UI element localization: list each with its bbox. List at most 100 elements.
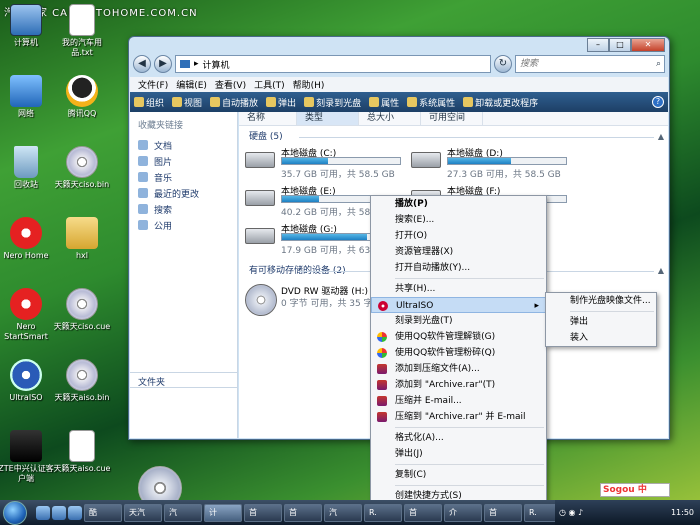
- quick-launch-icon[interactable]: [68, 505, 82, 520]
- context-menu-item[interactable]: 添加到 "Archive.rar"(T): [371, 377, 546, 393]
- toolbar-button[interactable]: 组织: [134, 96, 164, 109]
- sidebar-link-label: 音乐: [154, 173, 173, 184]
- desktop-icon[interactable]: ZTE中兴认证客户端: [0, 430, 56, 484]
- collapse-icon[interactable]: ▲: [657, 264, 664, 278]
- context-menu-item[interactable]: 使用QQ软件管理粉碎(Q): [371, 345, 546, 361]
- desktop-icon-image: [10, 217, 42, 249]
- menu-item[interactable]: 文件(F): [138, 78, 168, 91]
- desktop-icon[interactable]: 网络: [0, 75, 56, 119]
- quick-launch-icon[interactable]: [36, 505, 50, 520]
- context-menu-item[interactable]: 共享(H)...: [371, 281, 546, 297]
- taskbar-button[interactable]: 介: [444, 503, 482, 522]
- context-menu: 播放(P) 搜索(E)... 打开(O) 资源管理器(X) 打开自动播放(Y)... 共享…: [370, 195, 547, 525]
- desktop-icon[interactable]: 天籁天ciso.bin: [52, 146, 112, 190]
- submenu-item[interactable]: 装入: [546, 330, 656, 346]
- minimize-button[interactable]: –: [587, 38, 609, 52]
- desktop-icon[interactable]: 我的汽车用品.txt: [52, 4, 112, 58]
- dvd-icon: [245, 284, 277, 316]
- context-menu-item[interactable]: 资源管理器(X): [371, 244, 546, 260]
- taskbar-button[interactable]: 首: [284, 503, 322, 522]
- desktop-icon[interactable]: 计算机: [0, 4, 56, 48]
- submenu-arrow-icon: ▸: [534, 301, 539, 311]
- column-free-space[interactable]: 可用空间: [421, 112, 483, 125]
- context-menu-item[interactable]: 搜索(E)...: [371, 212, 546, 228]
- context-menu-item[interactable]: UltraISO ▸: [371, 297, 546, 313]
- desktop-icon[interactable]: 天籁天aiso.bin: [52, 359, 112, 403]
- start-button[interactable]: [3, 501, 27, 525]
- drive-free-space: 35.7 GB 可用，共 58.5 GB: [281, 170, 395, 180]
- context-menu-item[interactable]: 使用QQ软件管理解锁(G): [371, 329, 546, 345]
- context-menu-item[interactable]: 复制(C): [371, 467, 546, 483]
- help-icon[interactable]: ?: [652, 96, 664, 108]
- submenu-item[interactable]: 弹出: [546, 314, 656, 330]
- folder-icon: [138, 140, 148, 150]
- sidebar-link[interactable]: 公用: [130, 217, 237, 233]
- hard-drive[interactable]: 本地磁盘 (C:) 35.7 GB 可用，共 58.5 GB: [245, 146, 405, 182]
- sidebar-link[interactable]: 文档: [130, 137, 237, 153]
- menu-item[interactable]: 帮助(H): [293, 78, 325, 91]
- ime-toolbar[interactable]: Sogou 中: [600, 483, 670, 497]
- desktop-icon[interactable]: UltraISO: [0, 359, 56, 403]
- desktop-icon[interactable]: 天籁天ciso.cue: [52, 288, 112, 332]
- menu-item[interactable]: 工具(T): [254, 78, 285, 91]
- context-menu-item[interactable]: 弹出(J): [371, 446, 546, 462]
- toolbar-button[interactable]: 弹出: [266, 96, 296, 109]
- taskbar-button[interactable]: 首: [404, 503, 442, 522]
- desktop-icon-label: UltraISO: [9, 393, 43, 402]
- column-name[interactable]: 名称: [239, 112, 297, 125]
- context-menu-item[interactable]: 压缩到 "Archive.rar" 并 E-mail: [371, 409, 546, 425]
- taskbar-button[interactable]: 首: [484, 503, 522, 522]
- column-total-size[interactable]: 总大小: [359, 112, 421, 125]
- menu-item[interactable]: 编辑(E): [176, 78, 207, 91]
- folders-toggle[interactable]: 文件夹: [130, 372, 237, 388]
- sidebar-link[interactable]: 最近的更改: [130, 185, 237, 201]
- toolbar-button[interactable]: 属性: [369, 96, 399, 109]
- sidebar-link[interactable]: 搜索: [130, 201, 237, 217]
- toolbar-button[interactable]: 刻录到光盘: [304, 96, 361, 109]
- taskbar-button[interactable]: 天汽: [124, 503, 162, 522]
- context-menu-item[interactable]: 播放(P): [371, 196, 546, 212]
- context-menu-item[interactable]: 添加到压缩文件(A)...: [371, 361, 546, 377]
- taskbar-button[interactable]: 汽: [324, 503, 362, 522]
- forward-button[interactable]: ▶: [154, 55, 172, 73]
- desktop-icon[interactable]: Nero Home: [0, 217, 56, 261]
- desktop-icon[interactable]: 腾讯QQ: [52, 75, 112, 119]
- search-input[interactable]: 搜索 ⌕: [515, 55, 665, 73]
- desktop-icon[interactable]: Nero StartSmart: [0, 288, 56, 342]
- refresh-button[interactable]: ↻: [494, 55, 512, 73]
- toolbar-label: 系统属性: [419, 98, 456, 109]
- context-menu-item[interactable]: 打开自动播放(Y)...: [371, 260, 546, 276]
- menu-separator: [570, 311, 654, 312]
- taskbar-button[interactable]: 计: [204, 503, 242, 522]
- quick-launch-icon[interactable]: [52, 505, 66, 520]
- address-field[interactable]: ▸ 计算机: [175, 55, 491, 73]
- sidebar-link[interactable]: 音乐: [130, 169, 237, 185]
- toolbar-button[interactable]: 视图: [172, 96, 202, 109]
- close-button[interactable]: ✕: [631, 38, 665, 52]
- sidebar-link[interactable]: 图片: [130, 153, 237, 169]
- context-menu-item[interactable]: 格式化(A)...: [371, 430, 546, 446]
- back-button[interactable]: ◀: [133, 55, 151, 73]
- tray-icons[interactable]: ◷ ◉ ♪: [559, 508, 583, 517]
- taskbar-button[interactable]: 首: [244, 503, 282, 522]
- clock[interactable]: 11:50: [671, 508, 694, 517]
- toolbar-button[interactable]: 系统属性: [407, 96, 455, 109]
- maximize-button[interactable]: □: [609, 38, 631, 52]
- desktop-icon[interactable]: 回收站: [0, 146, 56, 190]
- context-menu-item[interactable]: 压缩并 E-mail...: [371, 393, 546, 409]
- desktop-icon[interactable]: hxl: [52, 217, 112, 261]
- toolbar-button[interactable]: 自动播放: [210, 96, 258, 109]
- taskbar-button[interactable]: 酷: [84, 503, 122, 522]
- taskbar-button[interactable]: R.: [364, 503, 402, 522]
- hdd-section-header[interactable]: 硬盘 (5) ▲: [239, 130, 668, 144]
- context-menu-item[interactable]: 打开(O): [371, 228, 546, 244]
- taskbar-button[interactable]: 汽: [164, 503, 202, 522]
- toolbar-button[interactable]: 卸载或更改程序: [463, 96, 538, 109]
- submenu-item[interactable]: 制作光盘映像文件...: [546, 293, 656, 309]
- collapse-icon[interactable]: ▲: [657, 130, 664, 144]
- menu-item[interactable]: 查看(V): [215, 78, 246, 91]
- context-menu-item[interactable]: 刻录到光盘(T): [371, 313, 546, 329]
- desktop-icon[interactable]: 天籁天aiso.cue: [52, 430, 112, 474]
- column-type[interactable]: 类型: [297, 112, 359, 125]
- hard-drive[interactable]: 本地磁盘 (D:) 27.3 GB 可用，共 58.5 GB: [411, 146, 571, 182]
